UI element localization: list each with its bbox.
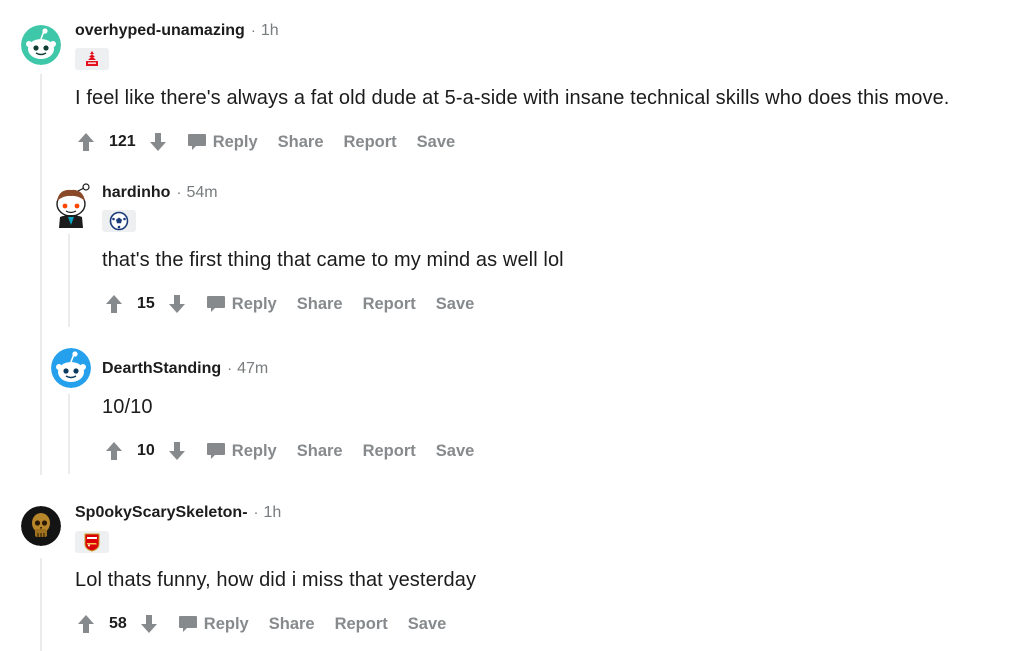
report-label: Report <box>362 294 416 313</box>
comment-actions: 10 Reply Share Report Save <box>103 437 494 465</box>
upvote-arrow-icon <box>106 442 122 460</box>
snoo-brown-hair-avatar-icon <box>56 183 90 228</box>
save-button[interactable]: Save <box>408 615 447 634</box>
meta-separator: · <box>176 184 182 201</box>
vote-score: 121 <box>109 133 136 150</box>
reply-label: Reply <box>231 294 277 313</box>
downvote-button[interactable] <box>138 611 160 637</box>
reply-button[interactable]: Reply <box>187 133 258 152</box>
comment-actions: 15 Reply Share Report Save <box>103 290 494 318</box>
thread-line-reply-1[interactable] <box>68 234 70 327</box>
username-link[interactable]: Sp0okyScarySkeleton- <box>75 504 248 522</box>
reply-button[interactable]: Reply <box>178 615 249 634</box>
user-flair <box>102 210 136 232</box>
report-button[interactable]: Report <box>335 615 388 634</box>
report-button[interactable]: Report <box>344 133 397 152</box>
save-label: Save <box>435 294 475 313</box>
downvote-arrow-icon <box>168 442 185 460</box>
report-button[interactable]: Report <box>363 295 416 314</box>
report-label: Report <box>362 441 416 460</box>
share-label: Share <box>296 441 343 460</box>
share-label: Share <box>296 294 343 313</box>
username-link[interactable]: DearthStanding <box>102 360 221 378</box>
downvote-button[interactable] <box>166 438 188 464</box>
meta-separator: · <box>253 504 259 521</box>
upvote-button[interactable] <box>75 611 97 637</box>
arsenal-crest-icon <box>84 533 100 552</box>
share-label: Share <box>277 132 324 151</box>
user-avatar[interactable] <box>50 181 92 229</box>
speech-bubble-icon <box>206 296 225 312</box>
vote-score: 10 <box>137 442 155 459</box>
share-label: Share <box>268 614 315 633</box>
vote-score: 58 <box>109 615 127 632</box>
thread-line-comment-1[interactable] <box>40 74 42 475</box>
username-link[interactable]: hardinho <box>102 184 170 202</box>
upvote-button[interactable] <box>75 129 97 155</box>
comment-actions: 121 Reply Share Report Save <box>75 128 475 156</box>
share-button[interactable]: Share <box>297 295 343 314</box>
comment-meta: Sp0okyScarySkeleton- · 1h <box>75 504 281 522</box>
football-icon <box>109 211 129 231</box>
upvote-arrow-icon <box>106 295 122 313</box>
nottingham-forest-crest-icon <box>86 51 98 66</box>
save-button[interactable]: Save <box>436 295 475 314</box>
golden-skull-avatar-icon <box>21 506 61 546</box>
reply-button[interactable]: Reply <box>206 442 277 461</box>
username-link[interactable]: overhyped-unamazing <box>75 22 245 40</box>
speech-bubble-icon <box>178 616 197 632</box>
thread-line-reply-2[interactable] <box>68 394 70 474</box>
report-label: Report <box>343 132 397 151</box>
reply-label: Reply <box>203 614 249 633</box>
comment-actions: 58 Reply Share Report Save <box>75 610 466 638</box>
reply-button[interactable]: Reply <box>206 295 277 314</box>
user-avatar[interactable] <box>51 348 91 388</box>
save-label: Save <box>435 441 475 460</box>
snoo-blue-avatar-icon <box>51 348 91 388</box>
upvote-arrow-icon <box>78 615 94 633</box>
user-flair <box>75 48 109 70</box>
vote-score: 15 <box>137 295 155 312</box>
user-flair <box>75 531 109 553</box>
share-button[interactable]: Share <box>278 133 324 152</box>
speech-bubble-icon <box>206 443 225 459</box>
user-avatar[interactable] <box>21 25 61 65</box>
upvote-button[interactable] <box>103 291 125 317</box>
report-button[interactable]: Report <box>363 442 416 461</box>
meta-separator: · <box>250 22 256 39</box>
timestamp-link[interactable]: 54m <box>186 184 217 202</box>
downvote-arrow-icon <box>149 133 166 151</box>
reply-label: Reply <box>212 132 258 151</box>
snoo-green-avatar-icon <box>21 25 61 65</box>
save-label: Save <box>416 132 456 151</box>
timestamp-link[interactable]: 1h <box>261 22 279 40</box>
save-button[interactable]: Save <box>436 442 475 461</box>
comment-meta: overhyped-unamazing · 1h <box>75 22 279 40</box>
timestamp-link[interactable]: 47m <box>237 360 268 378</box>
reply-label: Reply <box>231 441 277 460</box>
comment-body: that's the first thing that came to my m… <box>102 249 564 271</box>
comment-body: 10/10 <box>102 396 153 418</box>
comment-meta: DearthStanding · 47m <box>102 360 268 378</box>
comment-body: Lol thats funny, how did i miss that yes… <box>75 569 477 591</box>
save-button[interactable]: Save <box>417 133 456 152</box>
upvote-arrow-icon <box>78 133 94 151</box>
downvote-arrow-icon <box>140 615 157 633</box>
thread-line-comment-2[interactable] <box>40 558 42 651</box>
speech-bubble-icon <box>187 134 206 150</box>
user-avatar[interactable] <box>21 506 61 546</box>
timestamp-link[interactable]: 1h <box>264 504 282 522</box>
report-label: Report <box>334 614 388 633</box>
share-button[interactable]: Share <box>297 442 343 461</box>
share-button[interactable]: Share <box>269 615 315 634</box>
upvote-button[interactable] <box>103 438 125 464</box>
comment-meta: hardinho · 54m <box>102 184 218 202</box>
downvote-button[interactable] <box>147 129 169 155</box>
comment-body: I feel like there's always a fat old dud… <box>75 87 950 109</box>
downvote-button[interactable] <box>166 291 188 317</box>
downvote-arrow-icon <box>168 295 185 313</box>
save-label: Save <box>407 614 447 633</box>
meta-separator: · <box>227 360 233 377</box>
